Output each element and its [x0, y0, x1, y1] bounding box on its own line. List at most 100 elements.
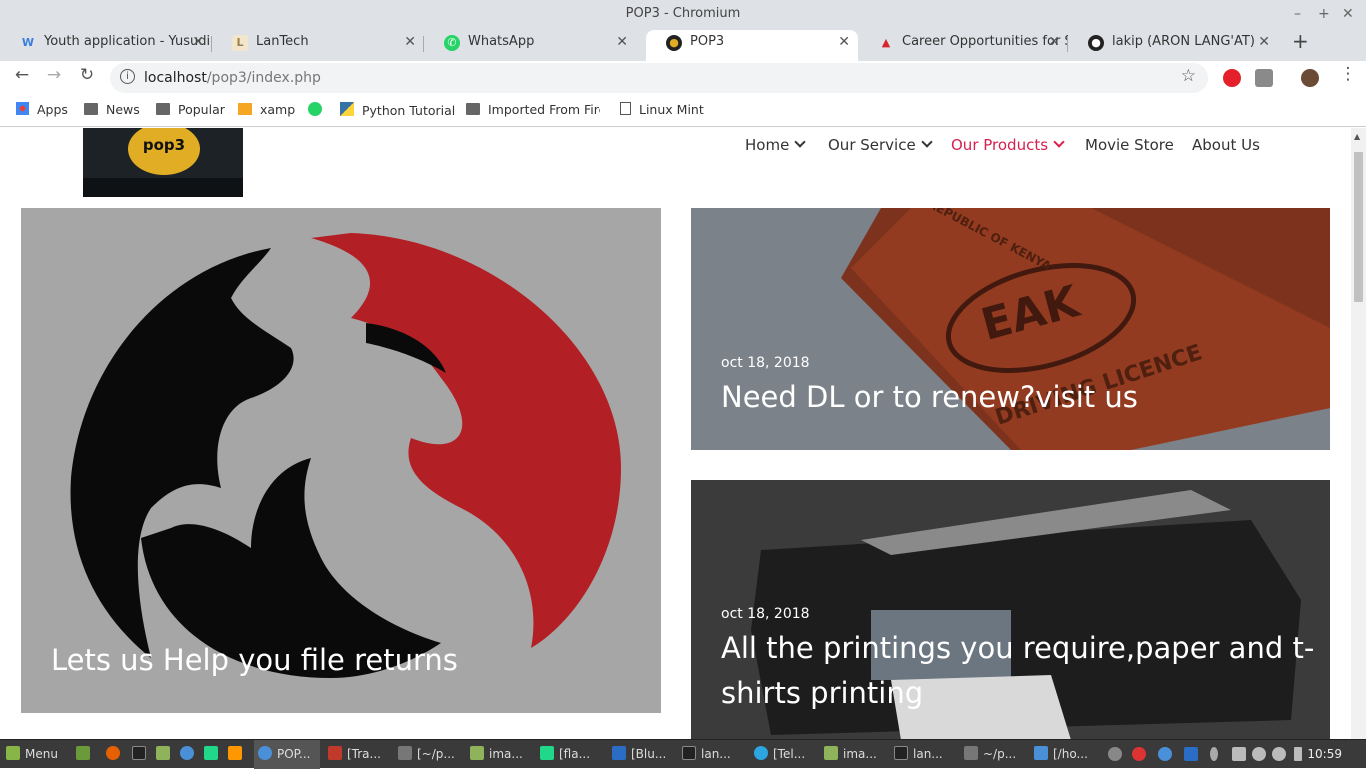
mint-logo-icon: [6, 746, 20, 760]
tab-lantech[interactable]: L LanTech ✕: [212, 30, 424, 61]
nav-about-us[interactable]: About Us: [1192, 136, 1260, 154]
notification-badge-icon[interactable]: [1132, 747, 1146, 761]
bookmark-star-icon[interactable]: ☆: [1181, 66, 1196, 86]
sublime-icon: [228, 746, 242, 760]
bookmark-imported-from-firefox[interactable]: Imported From Firef: [466, 102, 600, 117]
tab-label: lakip (ARON LANG'AT): [1112, 34, 1255, 49]
task-terminal-lan[interactable]: lan...: [682, 740, 731, 769]
close-tab-icon[interactable]: ✕: [1048, 30, 1060, 54]
chromium-tray-icon[interactable]: [1158, 747, 1172, 761]
bookmark-linux-mint[interactable]: Linux Mint: [620, 102, 704, 117]
site-logo[interactable]: pop3: [83, 128, 243, 197]
card-headline-line1[interactable]: All the printings you require,paper and …: [721, 626, 1314, 670]
tab-whatsapp[interactable]: ✆ WhatsApp ✕: [424, 30, 636, 61]
task-terminal-lan-2[interactable]: lan...: [894, 740, 943, 769]
transmission-icon: [328, 746, 342, 760]
user-icon[interactable]: [1252, 747, 1266, 761]
nav-home[interactable]: Home: [745, 136, 806, 154]
keyboard-icon[interactable]: [1232, 747, 1246, 761]
card-printing[interactable]: oct 18, 2018 All the printings you requi…: [691, 480, 1330, 739]
back-arrow-icon[interactable]: ←: [10, 65, 34, 85]
scroll-up-icon[interactable]: ▲: [1354, 132, 1360, 141]
wifi-icon[interactable]: [1272, 747, 1286, 761]
launcher-show-desktop[interactable]: [76, 740, 95, 769]
task-telegram[interactable]: [Tel...: [754, 740, 805, 769]
scrollbar-thumb[interactable]: [1354, 152, 1363, 302]
url-text[interactable]: localhost/pop3/index.php: [144, 70, 321, 86]
menu-kebab-icon[interactable]: ⋮: [1336, 64, 1360, 84]
nav-our-service[interactable]: Our Service: [828, 136, 933, 154]
task-sublime-2[interactable]: ~/p...: [964, 740, 1016, 769]
card-headline[interactable]: Lets us Help you file returns: [51, 638, 458, 682]
bookmark-python-tutorial[interactable]: Python Tutorial: [340, 102, 455, 118]
launcher-firefox[interactable]: [106, 740, 125, 769]
close-tab-icon[interactable]: ✕: [616, 30, 628, 54]
tab-label: LanTech: [256, 34, 309, 49]
tab-label: Youth application - Yusudi: [44, 34, 211, 49]
close-tab-icon[interactable]: ✕: [1258, 30, 1270, 54]
clock[interactable]: 10:59: [1307, 740, 1342, 769]
bookmark-xamp[interactable]: xamp: [238, 102, 295, 117]
bookmark-popular[interactable]: Popular: [156, 102, 225, 117]
address-bar[interactable]: i localhost/pop3/index.php ☆: [110, 63, 1208, 93]
tab-youth-application[interactable]: W Youth application - Yusudi ✕: [0, 30, 212, 61]
close-window-button[interactable]: ✕: [1342, 0, 1354, 26]
launcher-pycharm[interactable]: [204, 740, 223, 769]
launcher-files[interactable]: [156, 740, 175, 769]
nav-our-products[interactable]: Our Products: [951, 136, 1065, 154]
battery-icon[interactable]: [1294, 747, 1302, 761]
bookmarks-bar: Apps News Popular xamp Python Tutorial I…: [0, 95, 1366, 127]
bluetooth-tray-icon[interactable]: [1210, 747, 1218, 761]
task-images[interactable]: ima...: [470, 740, 523, 769]
task-tra[interactable]: [Tra...: [328, 740, 381, 769]
close-tab-icon[interactable]: ✕: [192, 30, 204, 54]
card-headline-line2[interactable]: shirts printing: [721, 671, 923, 715]
folder-icon: [156, 103, 170, 115]
nav-movie-store[interactable]: Movie Store: [1085, 136, 1174, 154]
bookmark-whatsapp[interactable]: [308, 102, 330, 118]
task-bluetooth[interactable]: [Blu...: [612, 740, 666, 769]
task-pop3[interactable]: POP...: [254, 740, 320, 769]
profile-avatar[interactable]: [1301, 69, 1319, 87]
reload-icon[interactable]: ↻: [75, 65, 99, 85]
bookmark-apps[interactable]: Apps: [16, 102, 68, 117]
opera-extension-icon[interactable]: [1223, 69, 1241, 87]
bookmark-news[interactable]: News: [84, 102, 140, 117]
tray-app-icon[interactable]: [1108, 747, 1122, 761]
task-home[interactable]: [/ho...: [1034, 740, 1088, 769]
folder-icon: [84, 103, 98, 115]
launcher-terminal[interactable]: [132, 740, 151, 769]
task-images-2[interactable]: ima...: [824, 740, 877, 769]
tab-career-opportunities[interactable]: ▲ Career Opportunities for S ✕: [858, 30, 1068, 61]
pycharm-icon: [540, 746, 554, 760]
python-icon: [340, 102, 354, 116]
launcher-chromium[interactable]: [180, 740, 199, 769]
launcher-sublime[interactable]: [228, 740, 247, 769]
forward-arrow-icon[interactable]: →: [42, 65, 66, 85]
desktop-icon: [76, 746, 90, 760]
info-icon[interactable]: i: [120, 69, 135, 84]
new-tab-button[interactable]: +: [1292, 29, 1309, 53]
chevron-down-icon: [921, 136, 933, 148]
tab-strip: W Youth application - Yusudi ✕ L LanTech…: [0, 26, 1366, 61]
card-date: oct 18, 2018: [721, 355, 810, 371]
card-headline[interactable]: Need DL or to renew?visit us: [721, 375, 1138, 419]
terminal-icon: [132, 746, 146, 760]
recycle-extension-icon[interactable]: [1255, 69, 1273, 87]
task-sublime[interactable]: [~/p...: [398, 740, 455, 769]
web-page: pop3 Home Our Service Our Products Movie…: [0, 128, 1366, 739]
card-file-returns[interactable]: Lets us Help you file returns: [21, 208, 661, 713]
shield-icon[interactable]: [1184, 747, 1198, 761]
tab-label: POP3: [690, 34, 725, 49]
page-scrollbar[interactable]: ▲: [1351, 128, 1366, 739]
card-driving-licence[interactable]: EAK DRIVING LICENCE REPUBLIC OF KENYA oc…: [691, 208, 1330, 450]
maximize-button[interactable]: +: [1318, 0, 1330, 26]
tab-pop3[interactable]: ● POP3 ✕: [646, 30, 858, 61]
whatsapp-icon: [308, 102, 322, 116]
task-flask[interactable]: [fla...: [540, 740, 590, 769]
minimize-button[interactable]: –: [1294, 0, 1301, 26]
close-tab-icon[interactable]: ✕: [838, 30, 850, 54]
tab-github-lakip[interactable]: ● lakip (ARON LANG'AT) ✕: [1068, 30, 1278, 61]
start-menu-button[interactable]: Menu: [6, 740, 58, 769]
close-tab-icon[interactable]: ✕: [404, 30, 416, 54]
